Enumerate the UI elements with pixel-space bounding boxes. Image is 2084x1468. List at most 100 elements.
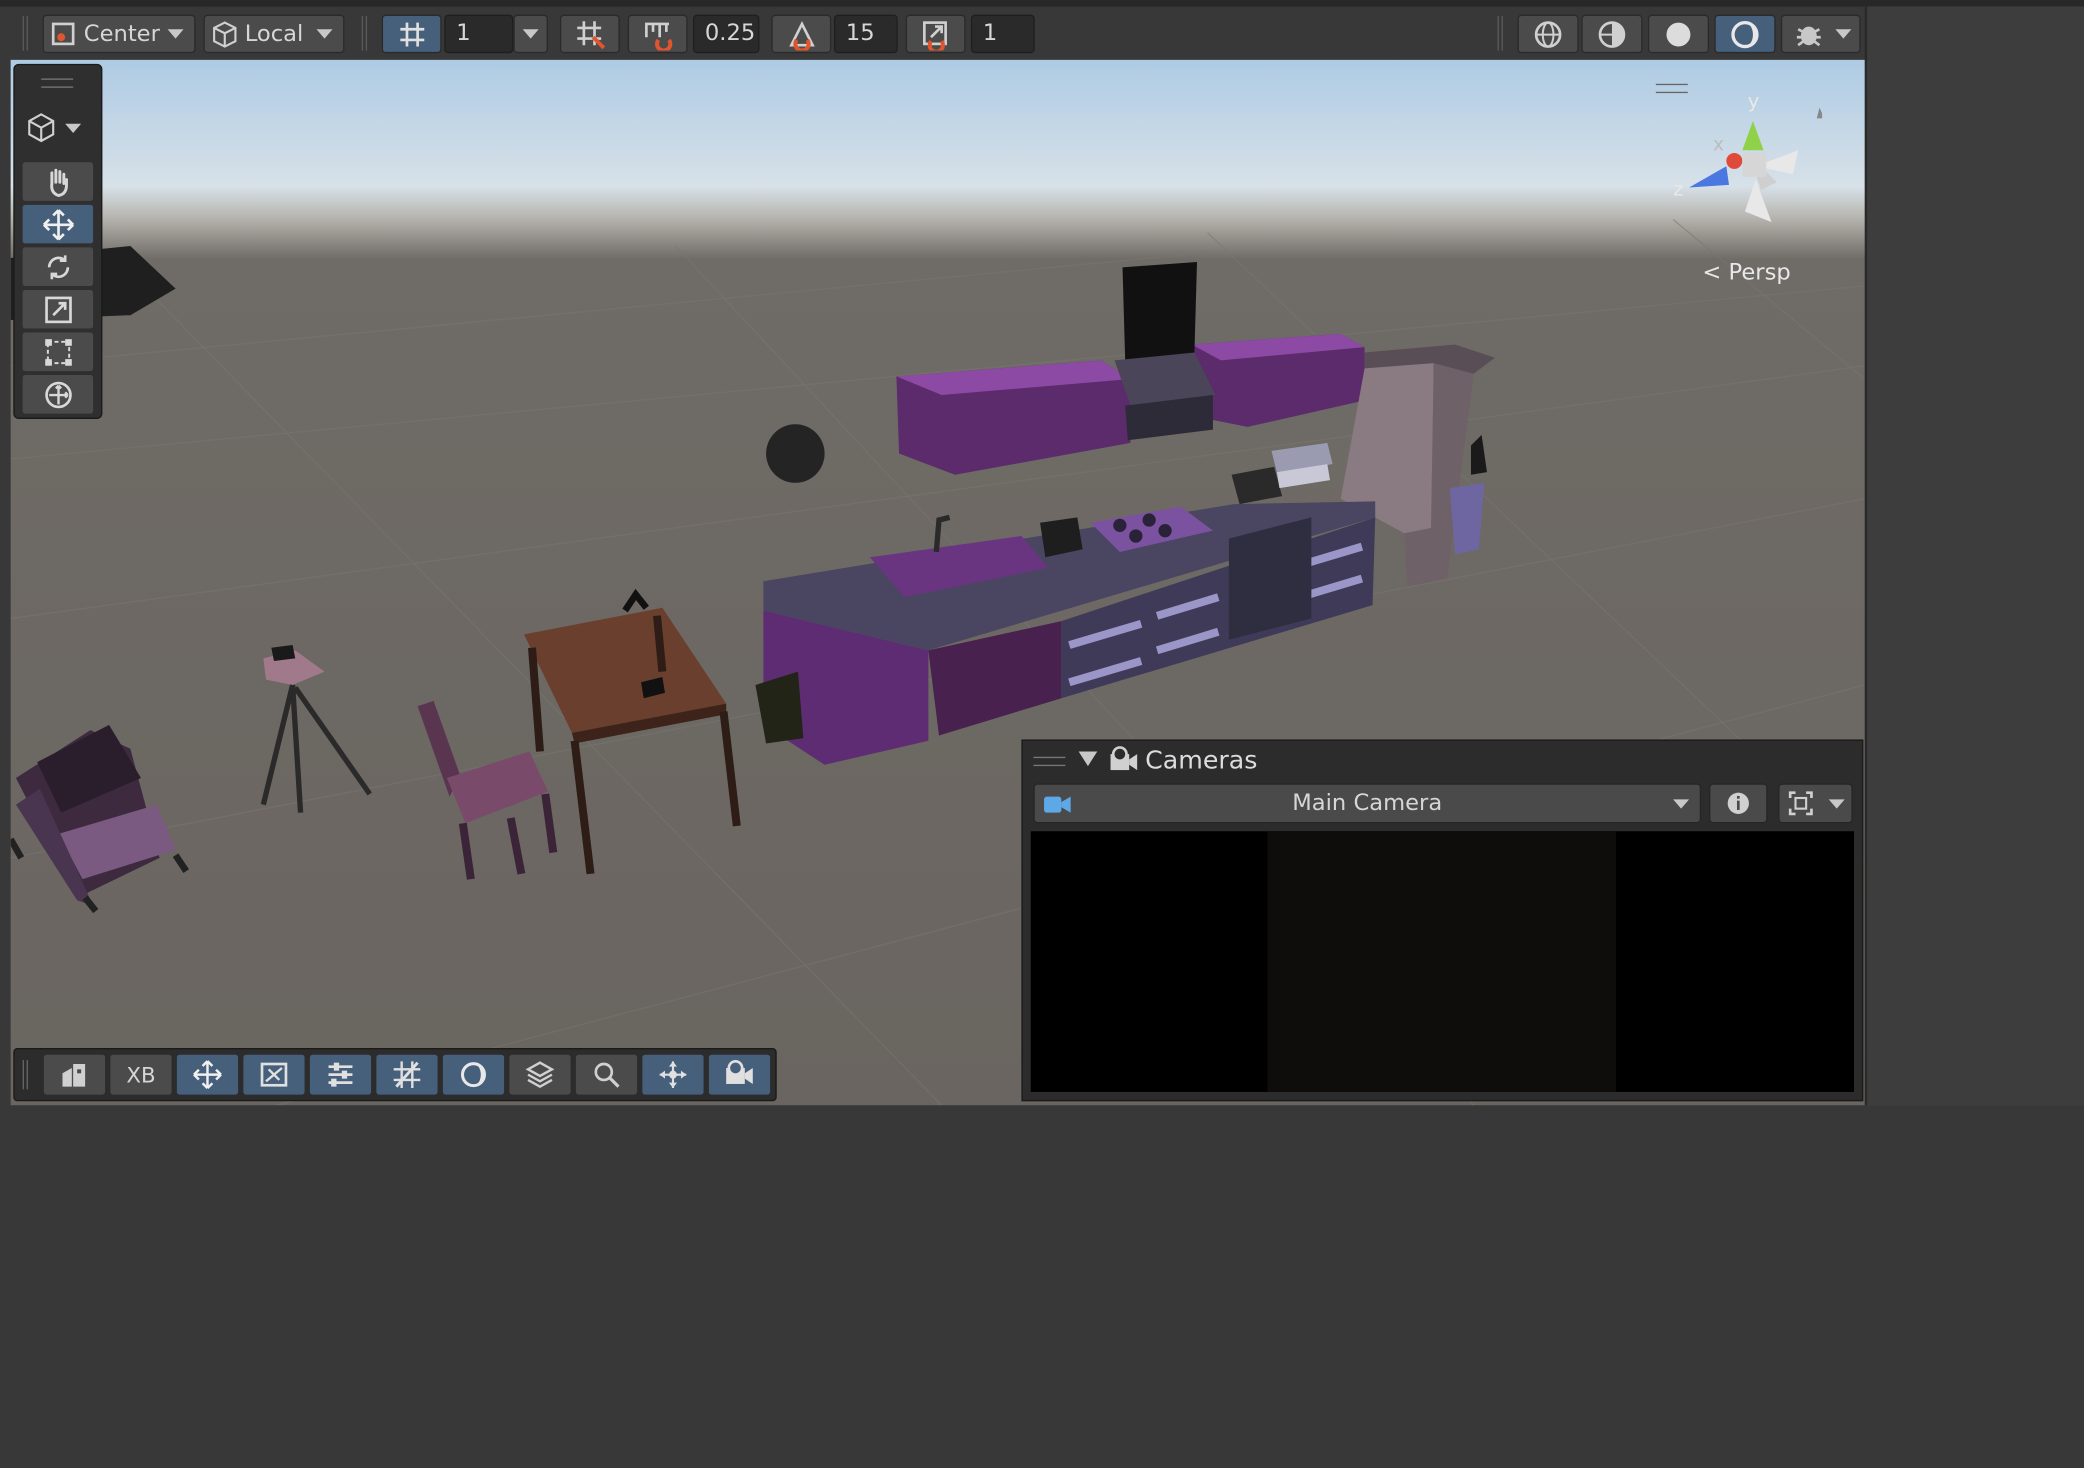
move-overlay-button[interactable] [176, 1054, 239, 1095]
sliders-icon [328, 1062, 353, 1087]
chevron-down-icon [316, 29, 333, 39]
camera-view-options-dropdown[interactable] [1778, 783, 1853, 824]
chevron-down-icon [167, 29, 184, 39]
toolbar-grip[interactable] [1497, 15, 1503, 51]
navigation-arrows-icon [659, 1061, 687, 1088]
xb-label: XB [126, 1062, 156, 1088]
shaded-sphere-icon [1666, 21, 1691, 46]
rotate-snap-icon [788, 20, 815, 50]
overlay-toolbar: XB [13, 1048, 777, 1102]
pivot-rotation-dropdown[interactable]: Local [203, 14, 345, 54]
snap-increment-field[interactable]: 0.25 [692, 14, 760, 54]
xb-button[interactable]: XB [110, 1054, 172, 1095]
lit-mode-button[interactable] [1714, 14, 1776, 54]
grid-slash-icon [393, 1061, 421, 1088]
tool-palette [13, 63, 103, 419]
rotate-snap-button[interactable] [771, 14, 832, 54]
chevron-down-icon [522, 29, 539, 39]
chevron-down-icon [65, 123, 82, 133]
move-arrows-icon [193, 1060, 222, 1090]
scene-toolbar: Center Local 1 0.25 15 1 [0, 0, 2084, 60]
grid-icon [399, 21, 424, 46]
increment-snap-button[interactable] [627, 14, 688, 54]
move-tool-button[interactable] [22, 204, 94, 244]
overlay-grip[interactable] [1033, 756, 1066, 767]
settings-overlay-button[interactable] [309, 1054, 372, 1095]
cube-icon [28, 113, 55, 143]
scale-snap-icon [922, 20, 947, 50]
axis-label-z: z [1673, 176, 1684, 201]
chevron-left-icon: < [1702, 259, 1722, 286]
rect-transform-icon [44, 338, 72, 366]
lit-sphere-icon [1731, 20, 1759, 48]
toolbar-grip[interactable] [22, 15, 28, 51]
transform-tool-button[interactable] [22, 375, 94, 414]
measure-icon [260, 1062, 288, 1087]
chevron-down-icon [1673, 799, 1690, 809]
selected-camera-label: Main Camera [1292, 790, 1443, 817]
toolbar-grip[interactable] [22, 1060, 28, 1090]
grid-snap-icon [576, 20, 605, 49]
camera-overlay-button[interactable] [708, 1054, 771, 1095]
scale-snap-field[interactable]: 1 [970, 14, 1035, 54]
draw-mode-dropdown[interactable] [25, 108, 92, 148]
grid-toggle-button[interactable] [381, 14, 442, 54]
grid-size-dropdown[interactable] [513, 14, 548, 54]
navigation-overlay-button[interactable] [642, 1054, 704, 1095]
rotate-tool-button[interactable] [22, 247, 94, 286]
lighting-overlay-button[interactable] [442, 1054, 505, 1095]
cameras-title: Cameras [1145, 746, 1258, 776]
rotate-snap-field[interactable]: 15 [833, 14, 898, 54]
search-overlay-button[interactable] [575, 1054, 638, 1095]
axis-gizmo-icon [1689, 107, 1823, 223]
move-arrows-icon [42, 208, 74, 240]
grid-overlay-button[interactable] [376, 1054, 438, 1095]
camera-preview [1030, 831, 1855, 1092]
measure-overlay-button[interactable] [243, 1054, 305, 1095]
rect-tool-button[interactable] [22, 332, 94, 372]
palette-grip[interactable] [41, 78, 74, 88]
ruler-snap-icon [644, 21, 672, 50]
camera-eye-icon [1110, 746, 1138, 771]
frame-camera-icon [1788, 791, 1813, 816]
window-top-strip [0, 0, 2084, 7]
bug-icon [1796, 25, 1821, 46]
camera-select-dropdown[interactable]: Main Camera [1033, 783, 1702, 824]
hand-icon [49, 168, 68, 197]
snap-toggle-button[interactable] [559, 14, 620, 54]
shaded-button[interactable] [1647, 14, 1710, 54]
pivot-mode-label: Center [83, 20, 160, 48]
camera-info-button[interactable] [1709, 783, 1768, 824]
transform-icon [44, 381, 72, 408]
shaded-wireframe-button[interactable] [1581, 14, 1643, 54]
scale-icon [44, 295, 72, 323]
toolbar-grip[interactable] [361, 15, 368, 51]
pivot-mode-dropdown[interactable]: Center [42, 14, 196, 54]
buildings-icon [62, 1064, 86, 1087]
rotate-icon [47, 254, 69, 279]
wireframe-sphere-icon [1534, 20, 1562, 48]
hand-tool-button[interactable] [22, 162, 94, 201]
projection-toggle[interactable]: < Persp [1702, 259, 1790, 286]
camera-eye-icon [726, 1060, 753, 1084]
cameras-header: Cameras [1023, 741, 1862, 781]
grid-size-field[interactable]: 1 [444, 14, 514, 54]
cube-icon [213, 20, 237, 48]
scene-view-button[interactable] [43, 1054, 106, 1095]
debug-draw-mode-dropdown[interactable] [1780, 14, 1861, 54]
pivot-center-icon [51, 21, 75, 45]
lit-sphere-icon [460, 1062, 486, 1088]
chevron-down-icon [1828, 798, 1845, 808]
search-icon [594, 1062, 620, 1088]
projection-label: Persp [1728, 259, 1791, 286]
scene-gizmo[interactable]: y x z [1649, 73, 1823, 246]
info-icon [1727, 792, 1749, 814]
scale-tool-button[interactable] [22, 289, 94, 329]
chevron-down-icon [1835, 29, 1852, 39]
scale-snap-button[interactable] [905, 14, 966, 54]
wireframe-shading-button[interactable] [1517, 14, 1579, 54]
unity-editor: Center Local 1 0.25 15 1 y x z < Persp C… [0, 0, 2084, 1468]
layers-overlay-button[interactable] [509, 1054, 571, 1095]
collapse-triangle-icon[interactable] [1078, 751, 1098, 767]
adjacent-panel [1864, 6, 2084, 1106]
